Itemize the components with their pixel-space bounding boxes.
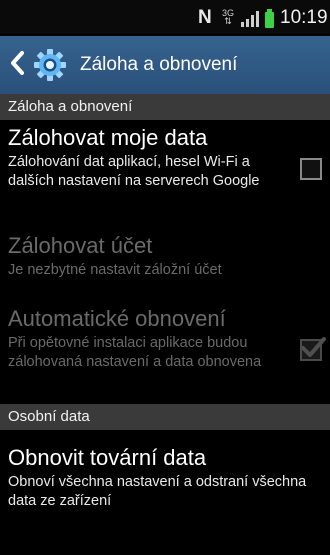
page-title: Záloha a obnovení — [80, 54, 238, 75]
backup-my-data-title: Zálohovat moje data — [8, 125, 208, 150]
auto-restore-checkbox[interactable] — [300, 337, 326, 361]
nfc-icon: N — [198, 7, 212, 28]
backup-my-data-item[interactable]: Zálohovat moje data Zálohování dat aplik… — [0, 125, 330, 217]
backup-account-item[interactable]: Zálohovat účet Je nezbytné nastavit zálo… — [0, 233, 330, 293]
status-bar: N 3G ⇅ 10:19 — [0, 0, 330, 34]
checkmark-icon — [301, 337, 326, 357]
auto-restore-title: Automatické obnovení — [8, 306, 226, 331]
factory-reset-subtitle: Obnoví všechna nastavení a odstraní všec… — [8, 474, 307, 509]
backup-my-data-subtitle: Zálohování dat aplikací, hesel Wi-Fi a d… — [8, 154, 260, 189]
gear-icon — [34, 49, 66, 81]
factory-reset-title: Obnovit tovární data — [8, 445, 207, 470]
factory-reset-item[interactable]: Obnovit tovární data Obnoví všechna nast… — [0, 445, 330, 517]
backup-my-data-checkbox[interactable] — [300, 158, 322, 180]
section-header-personal-data: Osobní data — [0, 404, 330, 430]
auto-restore-item[interactable]: Automatické obnovení Při opětovné instal… — [0, 306, 330, 398]
backup-account-subtitle: Je nezbytné nastavit záložní účet — [8, 262, 222, 278]
network-type-icon: 3G ⇅ — [221, 8, 234, 26]
action-bar: Záloha a obnovení — [0, 36, 330, 95]
auto-restore-subtitle: Při opětovné instalaci aplikace budou zá… — [8, 335, 262, 370]
status-time: 10:19 — [280, 7, 328, 28]
network-type-label: 3G — [221, 8, 234, 18]
section-header-backup-restore: Záloha a obnovení — [0, 94, 330, 120]
back-chevron-icon[interactable] — [10, 50, 24, 76]
backup-account-title: Zálohovat účet — [8, 233, 153, 258]
signal-strength-icon — [241, 11, 259, 27]
battery-icon — [265, 9, 274, 28]
